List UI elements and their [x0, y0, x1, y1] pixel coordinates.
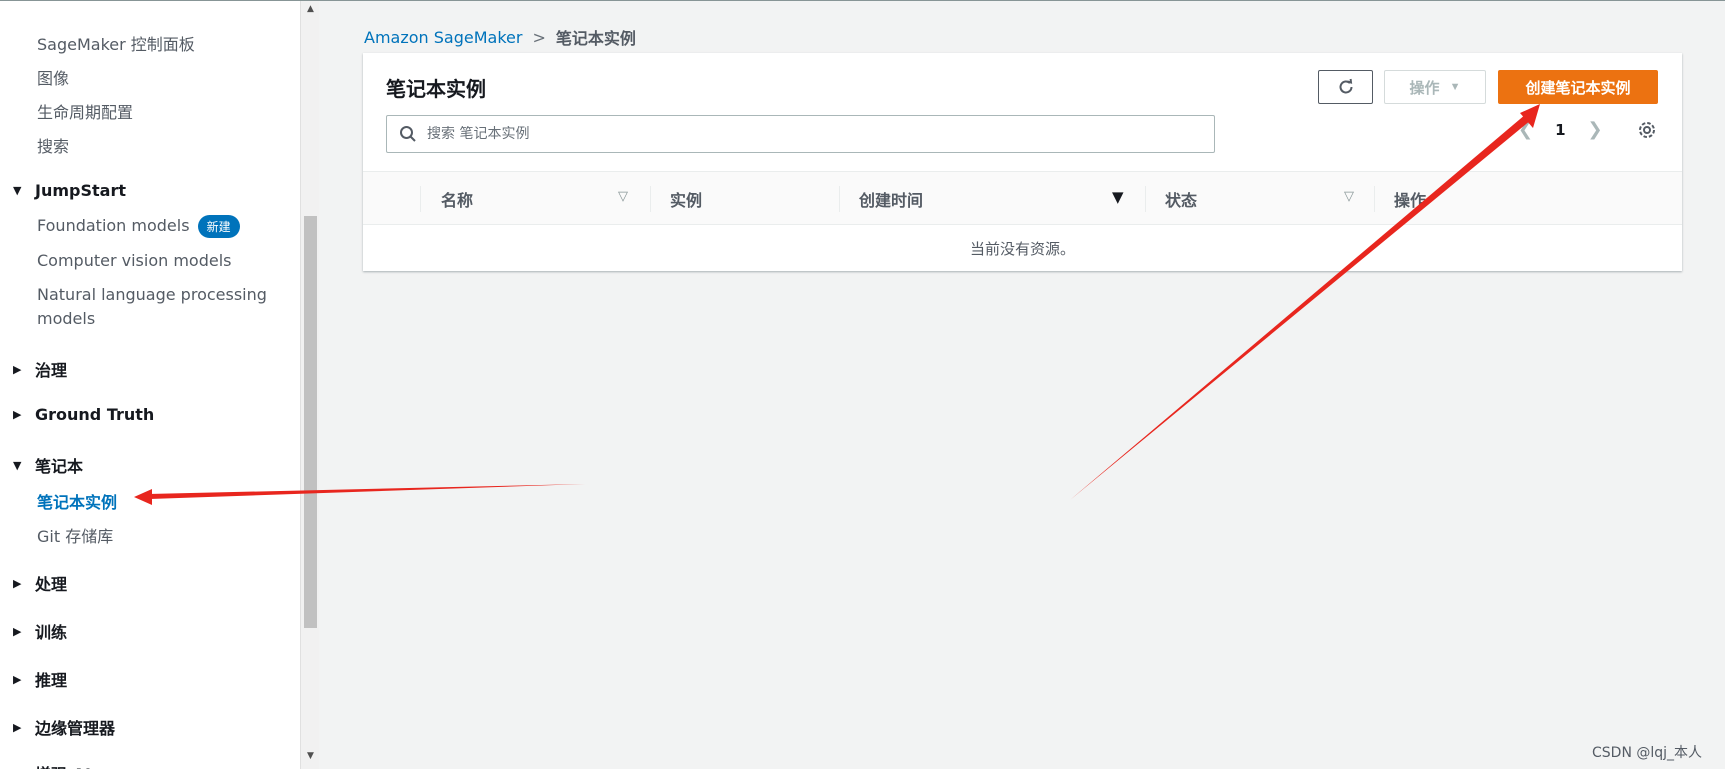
sidebar-item-computer-vision-models[interactable]: Computer vision models — [37, 251, 232, 270]
table-header: 名称 ▽ 实例 创建时间 ▼ 状态 ▽ 操作 — [363, 171, 1682, 225]
breadcrumb-current: 笔记本实例 — [555, 29, 636, 48]
sidebar-section-edge-manager[interactable]: ▶ 边缘管理器 — [13, 715, 115, 739]
section-label: 笔记本 — [35, 457, 84, 476]
watermark: CSDN @lqj_本人 — [1592, 745, 1703, 761]
section-label: 处理 — [35, 575, 68, 594]
pagination: ❮ 1 ❯ — [1518, 119, 1603, 140]
sidebar-nav: SageMaker 控制面板 图像 生命周期配置 搜索 ▼ JumpStart … — [0, 1, 300, 769]
scrollbar-thumb[interactable] — [304, 216, 317, 628]
chevron-left-icon[interactable]: ❮ — [1518, 119, 1533, 140]
sidebar-section-governance[interactable]: ▶ 治理 — [13, 357, 67, 381]
settings-gear-icon[interactable] — [1636, 119, 1658, 141]
scroll-down-icon[interactable]: ▼ — [304, 751, 317, 765]
notebook-instances-panel: 笔记本实例 操作 ▼ 创建笔记本实例 ❮ 1 ❯ 名称 ▽ 实例 — [363, 53, 1682, 271]
sidebar-section-training[interactable]: ▶ 训练 — [13, 619, 67, 643]
breadcrumb: Amazon SageMaker > 笔记本实例 — [364, 25, 636, 49]
sidebar-item-dashboard[interactable]: SageMaker 控制面板 — [37, 31, 195, 55]
sidebar-item-notebook-instances[interactable]: 笔记本实例 — [37, 489, 117, 513]
sidebar-item-nlp-models[interactable]: Natural language processing models — [37, 283, 277, 331]
actions-label: 操作 — [1409, 79, 1440, 97]
caret-right-icon: ▶ — [13, 408, 22, 421]
section-label: JumpStart — [35, 181, 126, 200]
scroll-up-icon[interactable]: ▲ — [304, 4, 317, 18]
caret-right-icon: ▶ — [13, 624, 22, 638]
sidebar-item-label: Foundation models — [37, 216, 190, 235]
search-input[interactable] — [427, 126, 1187, 142]
sort-descending-icon[interactable]: ▼ — [1112, 188, 1124, 206]
sort-icon[interactable]: ▽ — [1344, 189, 1354, 204]
breadcrumb-link-sagemaker[interactable]: Amazon SageMaker — [364, 28, 522, 47]
create-notebook-instance-button[interactable]: 创建笔记本实例 — [1498, 70, 1658, 104]
section-label: 增强 AI — [35, 761, 91, 769]
section-label: 治理 — [35, 361, 68, 380]
gear-icon — [1639, 122, 1655, 138]
sidebar-item-git-repos[interactable]: Git 存储库 — [37, 523, 113, 547]
sidebar-section-processing[interactable]: ▶ 处理 — [13, 571, 67, 595]
column-divider — [420, 186, 421, 212]
page-number[interactable]: 1 — [1555, 121, 1565, 139]
column-divider — [839, 186, 840, 212]
section-label: Ground Truth — [35, 405, 155, 424]
sort-icon[interactable]: ▽ — [618, 189, 628, 204]
column-divider — [1145, 186, 1146, 212]
sidebar-section-notebook[interactable]: ▼ 笔记本 — [13, 453, 83, 477]
new-badge: 新建 — [197, 215, 240, 238]
column-header-instance[interactable]: 实例 — [670, 172, 702, 226]
sidebar-scrollbar[interactable]: ▲ ▼ — [300, 1, 319, 769]
sidebar-section-more[interactable]: ▶ 增强 AI — [13, 761, 91, 769]
caret-right-icon: ▶ — [13, 576, 22, 590]
caret-down-icon: ▼ — [13, 458, 22, 472]
refresh-icon — [1339, 78, 1352, 94]
chevron-right-icon: > — [532, 27, 546, 47]
column-header-actions: 操作 — [1394, 191, 1427, 210]
column-divider — [1374, 186, 1375, 212]
search-icon — [400, 126, 416, 142]
caret-right-icon: ▶ — [13, 720, 22, 734]
sidebar-item-foundation-models[interactable]: Foundation models 新建 — [37, 215, 240, 238]
sidebar-item-search[interactable]: 搜索 — [37, 133, 69, 157]
column-header-creation-time[interactable]: 创建时间 — [859, 172, 923, 226]
caret-down-icon: ▼ — [1449, 81, 1461, 93]
search-field[interactable] — [386, 115, 1215, 153]
caret-right-icon: ▶ — [13, 362, 22, 376]
caret-down-icon: ▼ — [13, 184, 22, 197]
actions-dropdown-button[interactable]: 操作 ▼ — [1384, 70, 1486, 104]
refresh-button[interactable] — [1318, 70, 1373, 104]
sidebar-section-ground-truth[interactable]: ▶ Ground Truth — [13, 405, 154, 424]
sidebar-item-images[interactable]: 图像 — [37, 65, 69, 89]
section-label: 训练 — [35, 623, 68, 642]
page-title: 笔记本实例 — [386, 77, 486, 101]
section-label: 推理 — [35, 671, 68, 690]
empty-state-message: 当前没有资源。 — [969, 239, 1075, 258]
column-header-status[interactable]: 状态 — [1165, 172, 1197, 226]
sidebar-item-lifecycle-config[interactable]: 生命周期配置 — [37, 99, 133, 123]
sidebar-section-jumpstart[interactable]: ▼ JumpStart — [13, 181, 126, 200]
caret-right-icon: ▶ — [13, 672, 22, 686]
section-label: 边缘管理器 — [35, 719, 116, 738]
chevron-right-icon[interactable]: ❯ — [1588, 119, 1603, 140]
column-divider — [650, 186, 651, 212]
column-header-name[interactable]: 名称 — [441, 172, 473, 226]
sidebar-section-inference[interactable]: ▶ 推理 — [13, 667, 67, 691]
